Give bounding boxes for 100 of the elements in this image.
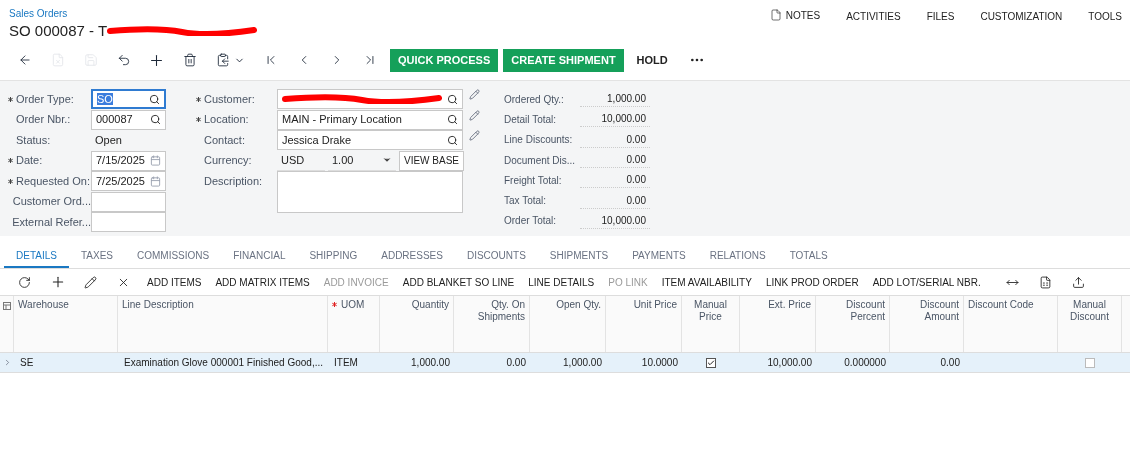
column-header[interactable]: UOM — [341, 299, 365, 311]
total-label: Freight Total: — [504, 173, 563, 188]
required-icon — [8, 96, 13, 102]
column-header[interactable]: Manual Price — [686, 299, 735, 323]
date-field[interactable]: 7/15/2025 — [91, 150, 166, 171]
action-button[interactable]: HOLD — [628, 48, 676, 72]
tab[interactable]: ADDRESSES — [369, 244, 455, 268]
menu-button[interactable]: FILES — [926, 9, 955, 21]
search-icon[interactable] — [447, 134, 458, 146]
menu-button[interactable]: ACTIVITIES — [846, 9, 901, 21]
description-field[interactable] — [277, 171, 463, 213]
tab[interactable]: DISCOUNTS — [454, 244, 538, 268]
tab[interactable]: SHIPPING — [297, 244, 370, 268]
back-icon — [17, 53, 32, 67]
view-base-button[interactable]: VIEW BASE — [399, 150, 464, 171]
grid-action-button[interactable]: ADD LOT/SERIAL NBR. — [865, 271, 988, 293]
total-value: 10,000.00 — [580, 212, 650, 229]
edit-icon[interactable] — [469, 89, 480, 100]
column-header[interactable]: Unit Price — [633, 299, 677, 311]
cancel-icon — [50, 53, 65, 67]
grid-action-button[interactable]: LINE DETAILS — [521, 271, 602, 293]
field-label: Customer Ord... — [12, 194, 91, 210]
search-icon[interactable] — [149, 93, 160, 105]
table-cell-text: 0.00 — [940, 356, 960, 370]
column-settings-icon[interactable] — [2, 302, 11, 310]
calendar-icon[interactable] — [150, 155, 161, 166]
total-label: Ordered Qty.: — [504, 92, 565, 107]
tab[interactable]: COMMISSIONS — [125, 244, 222, 268]
tab[interactable]: DETAILS — [4, 244, 69, 268]
menu-button[interactable]: TOOLS — [1088, 9, 1122, 21]
tab[interactable]: FINANCIAL — [221, 244, 298, 268]
checkbox[interactable] — [1085, 357, 1095, 368]
search-icon[interactable] — [447, 93, 458, 105]
total-label: Detail Total: — [504, 112, 558, 127]
total-value: 0.00 — [580, 192, 650, 209]
grid-action-button[interactable]: ITEM AVAILABILITY — [654, 271, 759, 293]
lookup-field[interactable] — [277, 89, 463, 109]
column-header[interactable]: Discount Amount — [894, 299, 959, 323]
lookup-field[interactable]: SO — [91, 89, 166, 109]
field-label: Order Type: — [16, 91, 74, 107]
table-cell-text: SE — [20, 356, 34, 370]
column-header[interactable]: Line Description — [122, 299, 194, 311]
dropdown-icon[interactable] — [382, 155, 392, 165]
table-row[interactable]: SE Examination Glove 000001 Finished Good,... ITEM 1,000.00 0.00 1,000.00 10.0000 10,000.00 0.000000 0.00 — [0, 353, 1130, 373]
tab[interactable]: PAYMENTS — [620, 244, 698, 268]
edit-icon[interactable] — [469, 130, 480, 141]
table-cell-text: 1,000.00 — [411, 356, 450, 370]
tab[interactable]: RELATIONS — [697, 244, 778, 268]
search-icon[interactable] — [150, 114, 161, 125]
document-icon — [769, 9, 782, 21]
tab[interactable]: TAXES — [68, 244, 125, 268]
column-header[interactable]: Quantity — [411, 299, 449, 311]
lookup-field[interactable]: 000087 — [91, 109, 166, 130]
status-value: Open — [94, 132, 123, 148]
page-title: SO 000087 - T — [9, 21, 108, 40]
column-header[interactable]: Open Qty. — [556, 299, 601, 311]
tab[interactable]: SHIPMENTS — [537, 244, 621, 268]
total-label: Line Discounts: — [504, 133, 574, 148]
total-value: 0.00 — [580, 172, 650, 189]
total-label: Tax Total: — [504, 194, 548, 209]
table-cell-text: 10.0000 — [641, 356, 678, 370]
grid-action-button[interactable]: ADD MATRIX ITEMS — [208, 271, 317, 293]
table-cell-text: ITEM — [334, 356, 358, 370]
table-cell-text: 1,000.00 — [563, 356, 602, 370]
edit-icon[interactable] — [469, 109, 480, 121]
menu-button[interactable]: CUSTOMIZATION — [980, 9, 1063, 21]
date-field[interactable]: 7/25/2025 — [91, 171, 166, 191]
column-header[interactable]: Qty. On Shipments — [458, 299, 525, 323]
grid-action-button[interactable]: ADD ITEMS — [140, 271, 209, 293]
edit-icon — [84, 275, 97, 289]
checkbox[interactable] — [706, 357, 716, 368]
column-header[interactable]: Discount Code — [968, 299, 1034, 311]
tab[interactable]: TOTALS — [777, 244, 840, 268]
field-label: Customer: — [204, 91, 255, 107]
required-icon — [8, 178, 13, 184]
column-header[interactable]: Discount Percent — [820, 299, 885, 323]
column-header[interactable]: Manual Discount — [1062, 299, 1117, 323]
field-label: Order Nbr.: — [16, 112, 71, 128]
column-header[interactable]: Ext. Price — [768, 299, 811, 311]
lookup-field[interactable]: Jessica Drake — [277, 130, 463, 150]
total-label: Document Dis... — [504, 153, 577, 168]
field-label: Requested On: — [16, 173, 90, 189]
grid-action-button[interactable]: LINK PROD ORDER — [758, 271, 866, 293]
clipboard-icon — [215, 53, 230, 67]
upload-icon — [1071, 275, 1085, 289]
input-field[interactable] — [91, 191, 166, 212]
total-value: 0.00 — [580, 152, 650, 169]
field-label: Location: — [204, 112, 249, 128]
input-field[interactable] — [91, 212, 166, 232]
refresh-icon — [18, 275, 31, 289]
field-label: Status: — [16, 132, 51, 148]
column-header[interactable]: Warehouse — [18, 299, 69, 311]
rate-dropdown[interactable]: 1.00 — [328, 150, 396, 171]
calendar-icon[interactable] — [150, 175, 161, 187]
grid-action-button[interactable]: ADD BLANKET SO LINE — [395, 271, 522, 293]
notes-button[interactable]: NOTES — [769, 9, 821, 21]
table-cell-text: 10,000.00 — [767, 356, 812, 370]
lookup-field[interactable]: MAIN - Primary Location — [277, 109, 463, 130]
search-icon[interactable] — [447, 114, 458, 125]
breadcrumb-link[interactable]: Sales Orders — [9, 6, 258, 21]
